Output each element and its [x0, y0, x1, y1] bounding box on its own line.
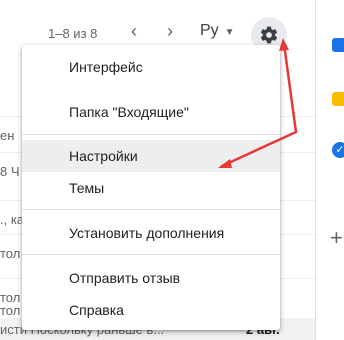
menu-item-help[interactable]: Справка — [22, 294, 280, 326]
gear-icon — [260, 26, 278, 44]
menu-item-send-feedback[interactable]: Отправить отзыв — [22, 262, 280, 294]
menu-item-label: Справка — [69, 302, 124, 318]
menu-item-label: Папка "Входящие" — [69, 104, 189, 120]
keep-icon[interactable] — [332, 92, 344, 106]
add-icon[interactable]: + — [330, 225, 343, 251]
menu-item-install-addons[interactable]: Установить дополнения — [22, 217, 280, 249]
list-item-text: ен — [0, 128, 15, 143]
side-panel: ✓ + — [315, 0, 344, 340]
menu-divider — [22, 209, 280, 210]
menu-item-themes[interactable]: Темы — [22, 172, 280, 204]
chevron-right-icon[interactable]: › — [160, 22, 180, 42]
menu-divider — [22, 134, 280, 135]
chevron-left-icon[interactable]: ‹ — [124, 22, 144, 42]
menu-divider — [22, 254, 280, 255]
menu-item-label: Отправить отзыв — [69, 270, 181, 286]
settings-menu: Интерфейс Папка "Входящие" Настройки Тем… — [22, 45, 280, 330]
calendar-icon[interactable] — [332, 38, 344, 52]
menu-item-label: Темы — [69, 180, 105, 196]
menu-item-label: Настройки — [69, 148, 138, 164]
language-select[interactable]: Ру ▼ — [200, 22, 235, 40]
list-item-text: тол — [0, 303, 21, 318]
menu-item-settings[interactable]: Настройки — [22, 140, 280, 172]
list-item-text: ., ка — [0, 212, 25, 227]
menu-item-interface[interactable]: Интерфейс — [22, 51, 280, 83]
tasks-icon[interactable]: ✓ — [332, 142, 344, 158]
pager-text: 1–8 из 8 — [48, 26, 98, 41]
list-item-text: тол — [0, 246, 21, 261]
language-label: Ру — [200, 22, 219, 39]
menu-item-label: Установить дополнения — [69, 225, 225, 241]
menu-item-label: Интерфейс — [69, 59, 143, 75]
menu-item-inbox-folder[interactable]: Папка "Входящие" — [22, 96, 280, 128]
list-item-text: 8 Ч — [0, 164, 20, 179]
caret-down-icon: ▼ — [224, 27, 235, 38]
